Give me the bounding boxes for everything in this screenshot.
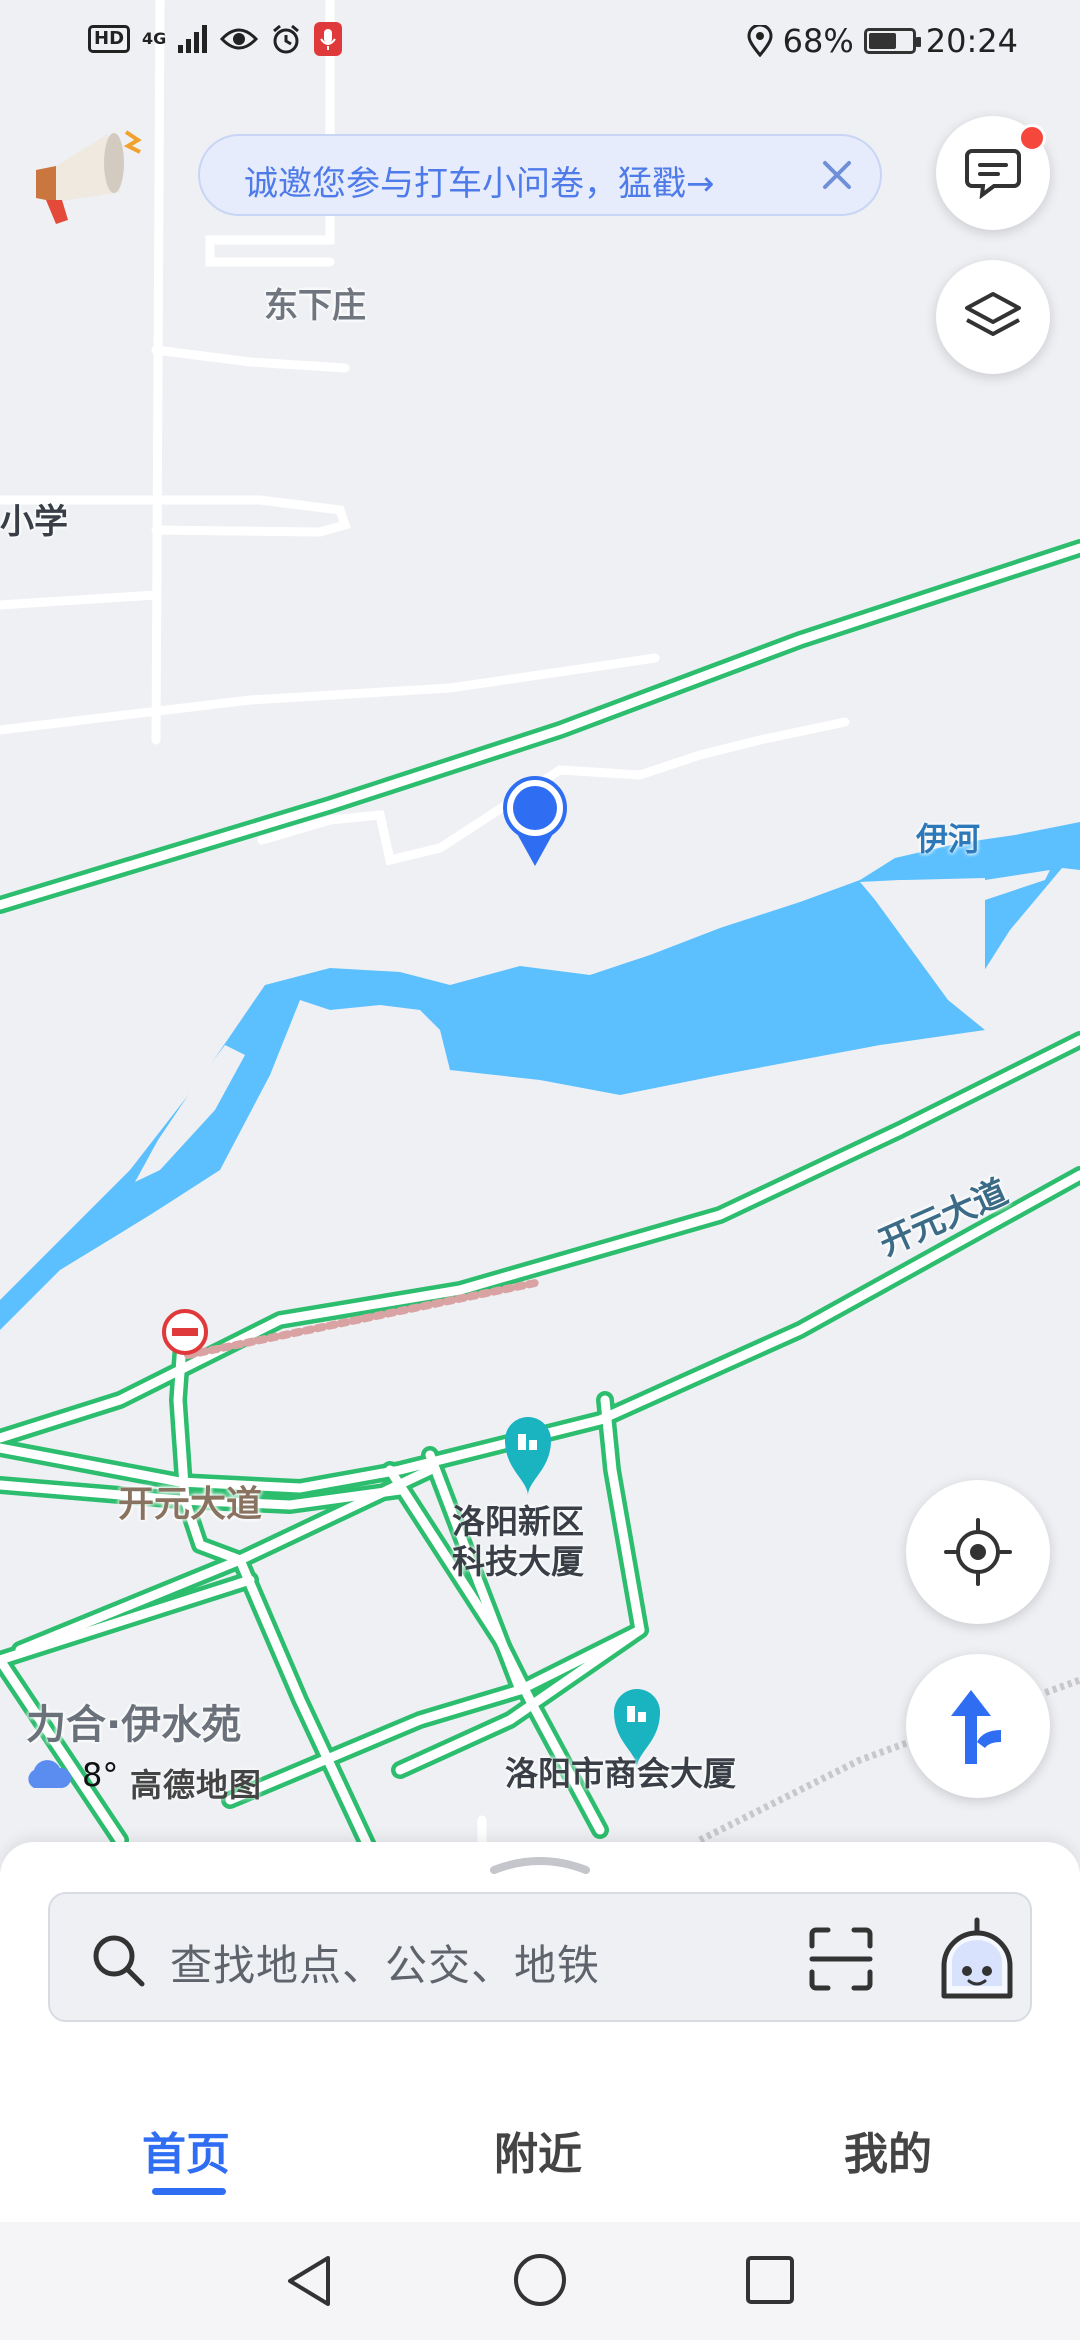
map-label-xiaoxue: 小学 — [0, 502, 68, 542]
river-label-yihe: 伊河 — [916, 820, 981, 858]
close-icon[interactable] — [812, 150, 862, 200]
location-status-icon — [747, 25, 773, 57]
map-label-dongxiazhuang: 东下庄 — [264, 286, 366, 326]
assistant-bot-icon[interactable] — [936, 1916, 1018, 2002]
tab-home[interactable]: 首页 — [142, 2118, 230, 2182]
search-input[interactable]: 查找地点、公交、地铁 — [170, 1932, 600, 1993]
status-left-icons: HD 4G — [88, 22, 343, 56]
megaphone-icon[interactable] — [26, 120, 146, 230]
search-icon — [93, 1935, 145, 1987]
status-bar: HD 4G 68% 20:24 — [0, 0, 1080, 84]
system-nav-bar — [0, 2222, 1080, 2340]
battery-tip — [915, 37, 921, 47]
weather-temperature: 8° — [82, 1756, 119, 1794]
route-arrow-icon — [951, 1690, 1001, 1764]
layers-icon — [965, 292, 1021, 336]
tab-nearby[interactable]: 附近 — [494, 2118, 582, 2182]
layers-button[interactable] — [936, 260, 1050, 374]
weather-widget[interactable]: 8° — [22, 1756, 118, 1794]
no-entry-icon — [162, 1309, 208, 1355]
poi-label-chamber-building[interactable]: 洛阳市商会大厦 — [505, 1754, 736, 1794]
home-icon[interactable] — [512, 2252, 568, 2308]
survey-banner-text[interactable]: 诚邀您参与打车小问卷，猛戳→ — [244, 156, 715, 205]
route-button[interactable] — [906, 1654, 1050, 1798]
cloud-icon — [28, 1760, 72, 1788]
notification-dot — [1018, 124, 1046, 152]
back-icon[interactable] — [282, 2252, 338, 2310]
brand-logo-text: 高德地图 — [130, 1766, 263, 1804]
recents-icon[interactable] — [744, 2254, 796, 2306]
battery-fill — [868, 33, 897, 49]
chat-icon — [965, 149, 1021, 199]
locate-button[interactable] — [906, 1480, 1050, 1624]
hd-badge: HD — [88, 25, 131, 53]
mic-recording-icon — [314, 22, 343, 56]
alarm-icon — [273, 24, 300, 54]
network-type: 4G — [142, 29, 167, 48]
battery-percent: 68% — [782, 22, 854, 60]
sheet-handle-icon[interactable] — [488, 1852, 592, 1876]
crosshair-icon — [944, 1518, 1012, 1586]
search-bar[interactable]: 查找地点、公交、地铁 — [48, 1892, 1032, 2022]
eye-icon — [220, 28, 259, 50]
map-label-lihe-yishuiyuan: 力合·伊水苑 — [26, 1702, 242, 1748]
tab-mine[interactable]: 我的 — [844, 2118, 932, 2182]
signal-icon — [178, 25, 208, 53]
tab-home-indicator — [152, 2188, 226, 2195]
scan-icon[interactable] — [808, 1926, 874, 1992]
message-button[interactable] — [936, 116, 1050, 230]
status-right-icons: 68% 20:24 — [747, 22, 1018, 60]
poi-label-tech-building[interactable]: 洛阳新区 科技大厦 — [452, 1502, 584, 1582]
road-label-kaiyuan-west: 开元大道 — [118, 1484, 263, 1525]
status-time: 20:24 — [925, 22, 1018, 60]
survey-banner[interactable]: 诚邀您参与打车小问卷，猛戳→ — [198, 134, 882, 216]
battery-icon — [863, 28, 921, 54]
